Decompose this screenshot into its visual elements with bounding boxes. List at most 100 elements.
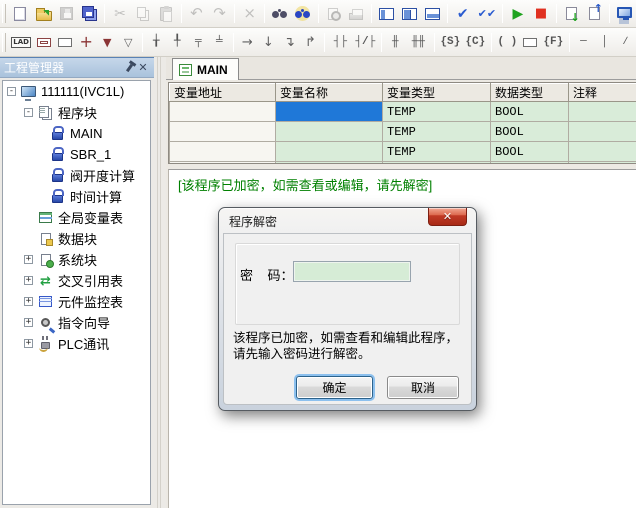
- vertical-line-button[interactable]: │: [595, 31, 614, 54]
- compile-all-button[interactable]: ✔✔: [475, 2, 498, 25]
- save-all-button[interactable]: [79, 2, 100, 25]
- tree-item-system-block[interactable]: + 系统块: [3, 249, 150, 270]
- function-block-button[interactable]: [521, 31, 540, 54]
- tree-item-global-var-table[interactable]: 全局变量表: [3, 207, 150, 228]
- expand-expander[interactable]: +: [24, 255, 33, 264]
- cell-var-type[interactable]: TEMP: [383, 122, 491, 142]
- set-coil-button[interactable]: {S}: [439, 31, 462, 54]
- password-input[interactable]: [293, 261, 411, 282]
- insert-branch-down-button[interactable]: ╁: [147, 31, 166, 54]
- insert-cross-button[interactable]: +: [77, 31, 96, 54]
- col-header-name[interactable]: 变量名称: [276, 84, 383, 102]
- delete-branch-button[interactable]: ╧: [210, 31, 229, 54]
- cell-name[interactable]: [276, 142, 383, 162]
- tree-item-label: MAIN: [70, 126, 103, 141]
- cell-data-type[interactable]: BOOL: [491, 142, 569, 162]
- output-coil-button[interactable]: ( ): [496, 31, 519, 54]
- layout-project-window-button[interactable]: [376, 2, 397, 25]
- cell-name-selected[interactable]: [276, 102, 383, 122]
- contact-normally-closed-button[interactable]: ┤/├: [354, 31, 377, 54]
- tree-item-program-blocks[interactable]: - 程序块: [3, 102, 150, 123]
- panel-splitter[interactable]: [154, 57, 166, 508]
- monitor-mode-button[interactable]: [614, 2, 635, 25]
- cell-address[interactable]: [170, 122, 276, 142]
- tree-item-valve-calc[interactable]: 阀开度计算: [3, 165, 150, 186]
- layout-info-window-button[interactable]: [399, 2, 420, 25]
- blank-box-button[interactable]: [56, 31, 75, 54]
- pin-icon[interactable]: [122, 61, 136, 75]
- comment-box-button[interactable]: [35, 31, 54, 54]
- tree-item-sbr1[interactable]: SBR_1: [3, 144, 150, 165]
- run-button[interactable]: ▶: [507, 2, 528, 25]
- tree-item-plc-comm[interactable]: + PLC通讯: [3, 333, 150, 354]
- cell-name[interactable]: [276, 162, 383, 165]
- tree-item-label: 全局变量表: [58, 208, 123, 227]
- cancel-button[interactable]: 取消: [387, 376, 459, 399]
- cell-address[interactable]: [170, 102, 276, 122]
- tree-item-cross-reference[interactable]: + ⇄ 交叉引用表: [3, 270, 150, 291]
- cell-address[interactable]: [170, 162, 276, 165]
- cell-name[interactable]: [276, 122, 383, 142]
- expand-expander[interactable]: +: [24, 318, 33, 327]
- find-in-project-button[interactable]: [292, 2, 313, 25]
- dialog-close-icon[interactable]: ✕: [428, 208, 467, 226]
- horizontal-line-button[interactable]: ─: [574, 31, 593, 54]
- cell-comment[interactable]: [569, 162, 636, 165]
- expand-expander[interactable]: +: [24, 297, 33, 306]
- delete-line-button[interactable]: ∕: [616, 31, 635, 54]
- cell-var-type[interactable]: TEMP: [383, 162, 491, 165]
- tree-item-data-block[interactable]: 数据块: [3, 228, 150, 249]
- layout-output-window-button[interactable]: [422, 2, 443, 25]
- col-header-comment[interactable]: 注释: [569, 84, 636, 102]
- stop-button[interactable]: ■: [531, 2, 552, 25]
- download-program-button[interactable]: [561, 2, 582, 25]
- cell-var-type[interactable]: TEMP: [383, 102, 491, 122]
- expand-expander[interactable]: +: [24, 339, 33, 348]
- contact-normally-open-button[interactable]: ┤├: [329, 31, 352, 54]
- cell-comment[interactable]: [569, 122, 636, 142]
- cell-var-type[interactable]: TEMP: [383, 142, 491, 162]
- expand-expander[interactable]: +: [24, 276, 33, 285]
- insert-row-above-button[interactable]: ▼: [98, 31, 117, 54]
- cell-data-type[interactable]: BOOL: [491, 122, 569, 142]
- special-coil-button[interactable]: {F}: [542, 31, 565, 54]
- tree-item-instruction-wizard[interactable]: + 指令向导: [3, 312, 150, 333]
- cell-data-type[interactable]: BOOL: [491, 102, 569, 122]
- lad-view-button[interactable]: LAD: [10, 31, 33, 54]
- direction-turn-up-button[interactable]: ↱: [301, 31, 320, 54]
- col-header-address[interactable]: 变量地址: [170, 84, 276, 102]
- find-button[interactable]: [269, 2, 290, 25]
- tree-item-label: 程序块: [58, 103, 97, 122]
- insert-row-below-button[interactable]: ▽: [119, 31, 138, 54]
- tree-item-project-root[interactable]: - 111111(IVC1L): [3, 81, 150, 102]
- table-header-row: 变量地址 变量名称 变量类型 数据类型 注释: [170, 84, 636, 102]
- compile-button[interactable]: ✔: [452, 2, 473, 25]
- col-header-var-type[interactable]: 变量类型: [383, 84, 491, 102]
- merge-branch-button[interactable]: ╤: [189, 31, 208, 54]
- dialog-body: 密 码： 该程序已加密，如需查看和编辑此程序， 请先输入密码进行解密。 确定 取…: [223, 233, 472, 405]
- tree-item-element-monitor[interactable]: + 元件监控表: [3, 291, 150, 312]
- tab-main[interactable]: MAIN: [172, 58, 239, 80]
- collapse-expander[interactable]: -: [7, 87, 16, 96]
- insert-branch-up-button[interactable]: ╀: [168, 31, 187, 54]
- ok-button[interactable]: 确定: [296, 376, 373, 399]
- reset-coil-button[interactable]: {C}: [464, 31, 487, 54]
- direction-turn-down-button[interactable]: ↴: [280, 31, 299, 54]
- close-icon[interactable]: ✕: [136, 61, 150, 75]
- toolbar-separator: [609, 4, 610, 23]
- direction-right-button[interactable]: →: [238, 31, 257, 54]
- cell-comment[interactable]: [569, 102, 636, 122]
- cell-comment[interactable]: [569, 142, 636, 162]
- tree-item-time-calc[interactable]: 时间计算: [3, 186, 150, 207]
- contact-negative-transition-button[interactable]: ╫╫: [407, 31, 430, 54]
- tree-item-main[interactable]: MAIN: [3, 123, 150, 144]
- new-button[interactable]: [10, 2, 31, 25]
- col-header-data-type[interactable]: 数据类型: [491, 84, 569, 102]
- cell-data-type[interactable]: BOOL: [491, 162, 569, 165]
- cell-address[interactable]: [170, 142, 276, 162]
- contact-positive-transition-button[interactable]: ╫: [386, 31, 405, 54]
- direction-down-button[interactable]: ↓: [259, 31, 278, 54]
- collapse-expander[interactable]: -: [24, 108, 33, 117]
- open-button[interactable]: [33, 2, 54, 25]
- upload-program-button[interactable]: [584, 2, 605, 25]
